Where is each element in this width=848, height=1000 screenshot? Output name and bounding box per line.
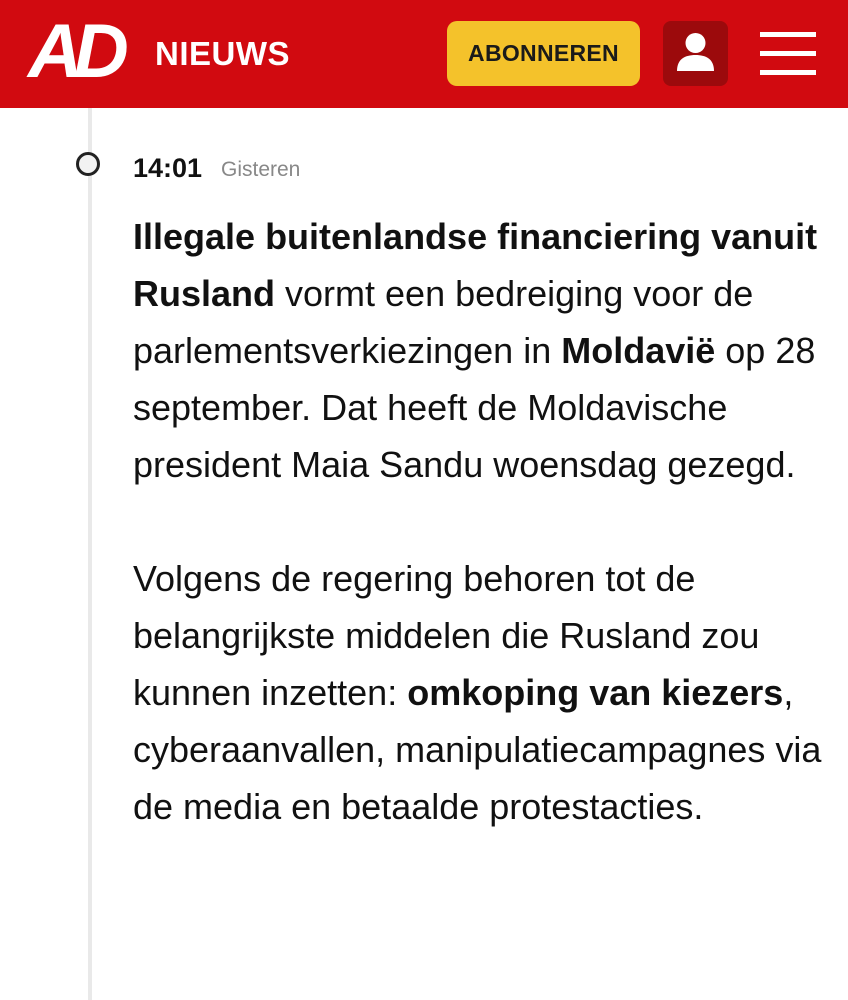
user-icon — [677, 33, 714, 71]
menu-button[interactable] — [756, 26, 818, 82]
post-time: 14:01 — [133, 153, 203, 183]
paragraph-1: Illegale buitenlandse financiering vanui… — [133, 208, 823, 493]
live-blog-post: Illegale buitenlandse financiering vanui… — [133, 208, 823, 835]
paragraph-2: Volgens de regering behoren tot de belan… — [133, 550, 823, 835]
post-day: Gisteren — [221, 158, 301, 181]
hamburger-icon — [760, 32, 816, 75]
site-header: AD NIEUWS ABONNEREN — [0, 0, 848, 108]
section-title[interactable]: NIEUWS — [155, 36, 290, 72]
account-button[interactable] — [663, 21, 728, 86]
timeline-line — [88, 108, 92, 1000]
subscribe-button[interactable]: ABONNEREN — [447, 21, 640, 86]
bold-text: omkoping van kiezers — [407, 672, 784, 713]
ad-logo[interactable]: AD — [28, 14, 129, 90]
bold-text: Moldavië — [561, 330, 716, 371]
timeline-dot — [76, 152, 100, 176]
